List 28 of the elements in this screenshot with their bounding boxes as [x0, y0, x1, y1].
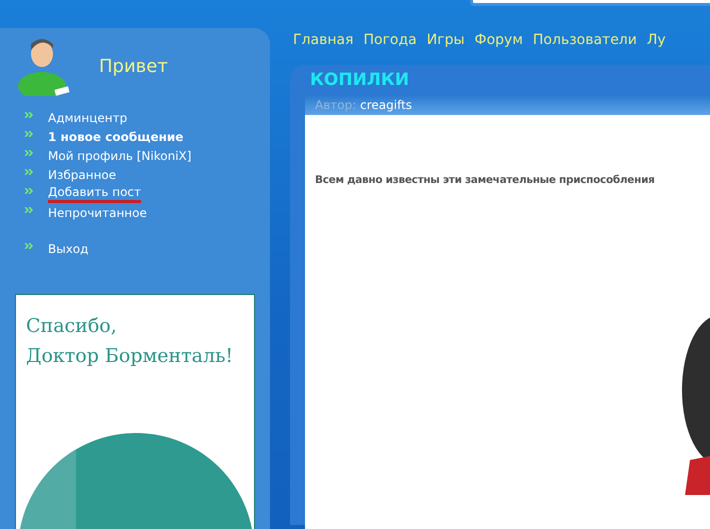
nav-link[interactable]: Пользователи: [532, 30, 637, 51]
greeting: Привет: [99, 54, 168, 78]
menu-link[interactable]: Избранное: [48, 166, 116, 184]
banner-ad[interactable]: Спасибо, Доктор Борменталь!: [15, 294, 255, 529]
nav-link[interactable]: Лу: [646, 30, 666, 51]
bullet-icon: [25, 112, 34, 118]
bullet-icon: [25, 207, 34, 213]
nav-link[interactable]: Главная: [293, 30, 354, 51]
author-label: Автор:: [315, 98, 356, 112]
menu-link[interactable]: Мой профиль [NikoniX]: [48, 146, 192, 164]
author-name[interactable]: creagifts: [360, 98, 412, 112]
bullet-icon: [25, 169, 34, 175]
banner-text: Спасибо,: [26, 314, 118, 339]
nav-link[interactable]: Форум: [474, 30, 523, 51]
menu-link[interactable]: 1 новое сообщение: [48, 128, 184, 146]
menu-link[interactable]: Добавить пост: [48, 184, 141, 202]
banner-text: Доктор Борменталь!: [26, 344, 234, 369]
menu-link[interactable]: Админцентр: [48, 108, 128, 126]
nav-link[interactable]: Игры: [426, 30, 465, 51]
nav-link[interactable]: Погода: [363, 30, 417, 51]
menu-link[interactable]: Непрочитанное: [48, 204, 147, 222]
bullet-icon: [25, 188, 34, 194]
bullet-icon: [25, 131, 34, 137]
bullet-icon: [25, 150, 34, 156]
post-text: Всем давно известны эти замечательные приспособления: [315, 173, 656, 188]
post-title: КОПИЛКИ: [309, 69, 410, 92]
logout-link[interactable]: Выход: [48, 240, 88, 258]
bullet-icon: [25, 243, 34, 249]
